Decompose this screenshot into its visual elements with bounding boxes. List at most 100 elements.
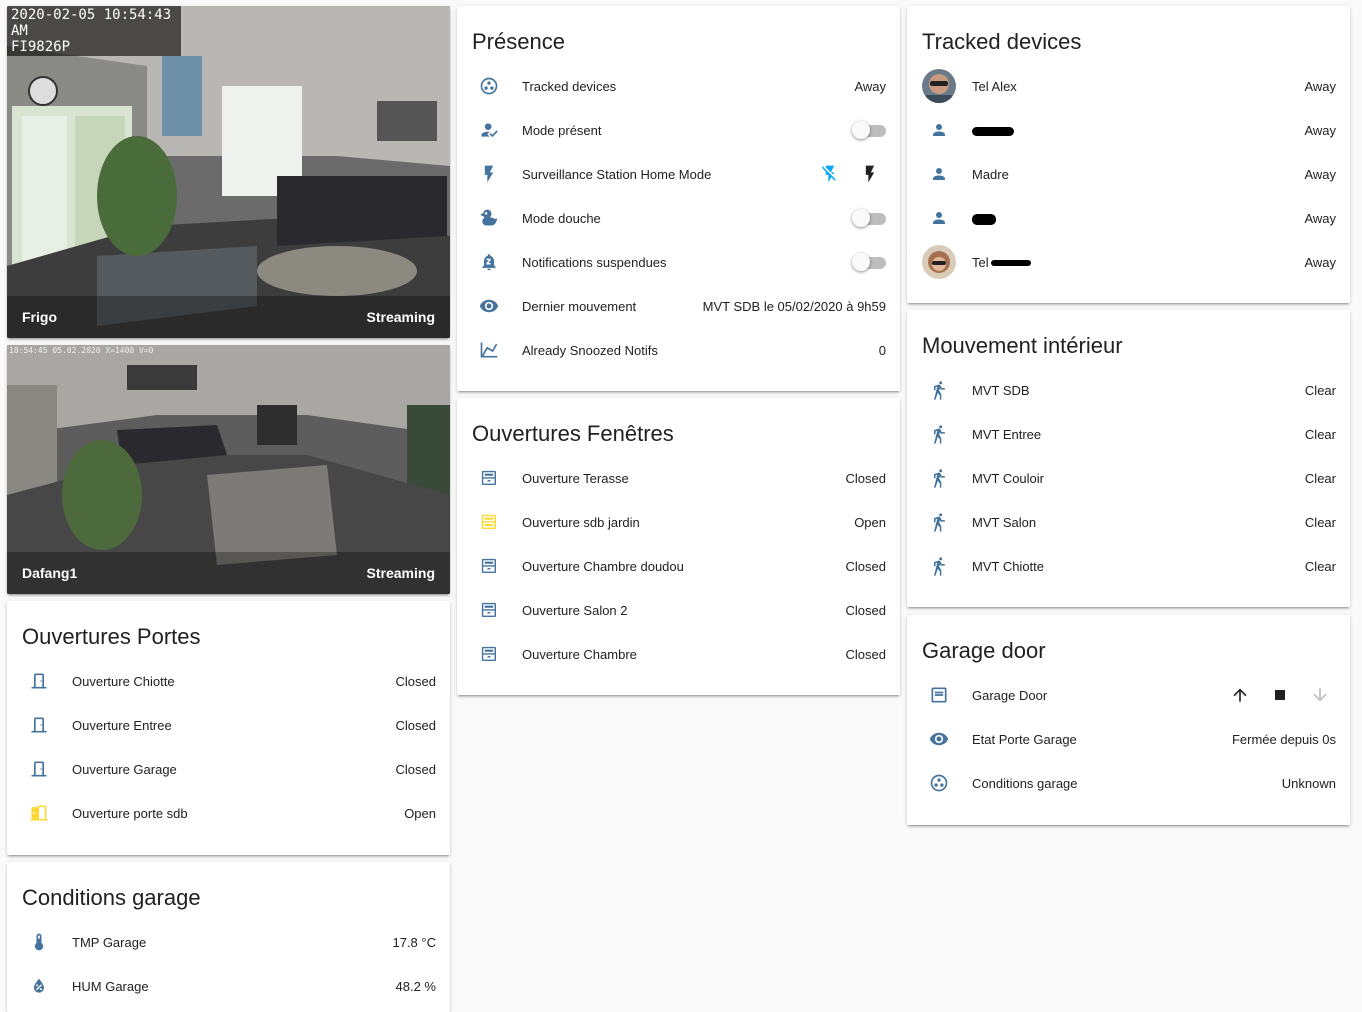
entity-state: MVT SDB le 05/02/2020 à 9h59 <box>702 298 886 314</box>
entity-row-tracked-devices[interactable]: Tracked devices Away <box>457 64 900 108</box>
entity-row-window[interactable]: Ouverture Chambre Closed <box>457 632 900 676</box>
arrow-down-icon[interactable] <box>1304 679 1336 711</box>
entity-name: Tel <box>972 255 1304 270</box>
entity-state: Fermée depuis 0s <box>1231 731 1336 747</box>
camera-frigo[interactable]: 2020-02-05 10:54:43 AM FI9826P Frigo Str… <box>7 6 450 338</box>
entity-row-window[interactable]: Ouverture Salon 2 Closed <box>457 588 900 632</box>
window-closed-icon <box>472 549 506 583</box>
entity-row-window[interactable]: Ouverture Terasse Closed <box>457 456 900 500</box>
entity-state: Away <box>1304 78 1336 94</box>
flash-on-icon[interactable] <box>854 158 886 190</box>
card-presence: Présence Tracked devices Away Mode prése… <box>457 6 900 391</box>
toggle-switch[interactable] <box>852 120 886 140</box>
entity-name: Ouverture Terasse <box>522 470 629 486</box>
entity-state: 17.8 °C <box>392 934 436 950</box>
entity-name: Conditions garage <box>972 775 1078 791</box>
walk-icon <box>922 373 956 407</box>
card-title: Garage door <box>922 638 1046 663</box>
card-conditions-garage: Conditions garage TMP Garage 17.8 °C HUM… <box>7 862 450 1012</box>
entity-name: MVT SDB <box>972 382 1030 398</box>
entity-name-redacted <box>972 123 1304 138</box>
entity-row-etat-porte-garage[interactable]: Etat Porte Garage Fermée depuis 0s <box>907 717 1350 761</box>
door-closed-icon <box>22 708 56 742</box>
entity-state: Closed <box>845 646 886 662</box>
entity-name: Tracked devices <box>522 78 617 94</box>
entity-row-tel-alex[interactable]: Tel Alex Away <box>907 64 1350 108</box>
eye-icon <box>472 289 506 323</box>
card-title: Tracked devices <box>922 29 1082 54</box>
entity-row-door[interactable]: Ouverture Entree Closed <box>7 703 450 747</box>
flash-icon <box>472 157 506 191</box>
google-circles-icon <box>472 69 506 103</box>
entity-row-redacted-2[interactable]: Away <box>907 196 1350 240</box>
camera-state: Streaming <box>366 309 435 325</box>
entity-state: Away <box>1304 254 1336 270</box>
entity-name: Madre <box>972 166 1009 182</box>
google-circles-icon <box>922 766 956 800</box>
water-percent-icon <box>22 969 56 1003</box>
walk-icon <box>922 549 956 583</box>
toggle-switch[interactable] <box>852 252 886 272</box>
entity-row-door[interactable]: Ouverture porte sdb Open <box>7 791 450 835</box>
card-mouvement-interieur: Mouvement intérieur MVT SDB Clear MVT Entr… <box>907 310 1350 607</box>
entity-name: Ouverture Chiotte <box>72 673 175 689</box>
arrow-up-icon[interactable] <box>1224 679 1256 711</box>
entity-state: Closed <box>395 673 436 689</box>
entity-name: Etat Porte Garage <box>972 731 1077 747</box>
window-closed-icon <box>472 593 506 627</box>
card-title: Mouvement intérieur <box>922 333 1123 358</box>
entity-row-mode-present[interactable]: Mode présent <box>457 108 900 152</box>
entity-name: TMP Garage <box>72 934 147 950</box>
card-garage-door: Garage door Garage Door Etat Porte Garag… <box>907 615 1350 825</box>
entity-row-door[interactable]: Ouverture Garage Closed <box>7 747 450 791</box>
entity-name: HUM Garage <box>72 978 149 994</box>
entity-name: Garage Door <box>972 687 1048 703</box>
flash-off-icon[interactable] <box>814 158 846 190</box>
entity-state: Open <box>404 805 436 821</box>
entity-row-motion[interactable]: MVT SDB Clear <box>907 368 1350 412</box>
entity-name: Ouverture Salon 2 <box>522 602 628 618</box>
entity-name: MVT Salon <box>972 514 1037 530</box>
entity-row-tel-redacted[interactable]: Tel Away <box>907 240 1350 284</box>
entity-row-tmp-garage[interactable]: TMP Garage 17.8 °C <box>7 920 450 964</box>
entity-state: Closed <box>395 761 436 777</box>
toggle-switch[interactable] <box>852 208 886 228</box>
entity-row-conditions-garage[interactable]: Conditions garage Unknown <box>907 761 1350 805</box>
entity-row-already-snoozed[interactable]: Already Snoozed Notifs 0 <box>457 328 900 372</box>
entity-name: Mode douche <box>522 210 601 226</box>
entity-name: Surveillance Station Home Mode <box>522 166 712 182</box>
walk-icon <box>922 505 956 539</box>
entity-state: Away <box>1304 166 1336 182</box>
entity-state: Clear <box>1304 558 1336 574</box>
entity-row-window[interactable]: Ouverture Chambre doudou Closed <box>457 544 900 588</box>
entity-state: Clear <box>1304 382 1336 398</box>
entity-row-hum-garage[interactable]: HUM Garage 48.2 % <box>7 964 450 1008</box>
entity-row-motion[interactable]: MVT Entree Clear <box>907 412 1350 456</box>
avatar <box>922 69 956 103</box>
entity-state: Closed <box>395 717 436 733</box>
entity-row-window[interactable]: Ouverture sdb jardin Open <box>457 500 900 544</box>
entity-name: Ouverture sdb jardin <box>522 514 640 530</box>
entity-row-door[interactable]: Ouverture Chiotte Closed <box>7 659 450 703</box>
entity-state: Away <box>1304 210 1336 226</box>
entity-row-notifications-suspendues[interactable]: Notifications suspendues <box>457 240 900 284</box>
entity-row-garage-door[interactable]: Garage Door <box>907 673 1350 717</box>
window-closed-icon <box>472 461 506 495</box>
entity-row-motion[interactable]: MVT Salon Clear <box>907 500 1350 544</box>
camera-dafang1[interactable]: 10:54:45 05.02.2020 X=1400 V=0 Dafang1 S… <box>7 345 450 594</box>
card-title: Conditions garage <box>22 885 201 910</box>
entity-row-redacted-1[interactable]: Away <box>907 108 1350 152</box>
entity-row-surveillance-home-mode[interactable]: Surveillance Station Home Mode <box>457 152 900 196</box>
camera-frigo-timestamp: 2020-02-05 10:54:43 AM FI9826P <box>7 6 181 56</box>
entity-row-motion[interactable]: MVT Couloir Clear <box>907 456 1350 500</box>
entity-name: Notifications suspendues <box>522 254 667 270</box>
entity-row-dernier-mouvement[interactable]: Dernier mouvement MVT SDB le 05/02/2020 … <box>457 284 900 328</box>
entity-state: Closed <box>845 602 886 618</box>
entity-row-madre[interactable]: Madre Away <box>907 152 1350 196</box>
entity-row-mode-douche[interactable]: Mode douche <box>457 196 900 240</box>
entity-name: Ouverture Chambre doudou <box>522 558 684 574</box>
entity-name: Ouverture porte sdb <box>72 805 188 821</box>
entity-row-motion[interactable]: MVT Chiotte Clear <box>907 544 1350 588</box>
stop-icon[interactable] <box>1264 679 1296 711</box>
entity-state: Closed <box>845 470 886 486</box>
